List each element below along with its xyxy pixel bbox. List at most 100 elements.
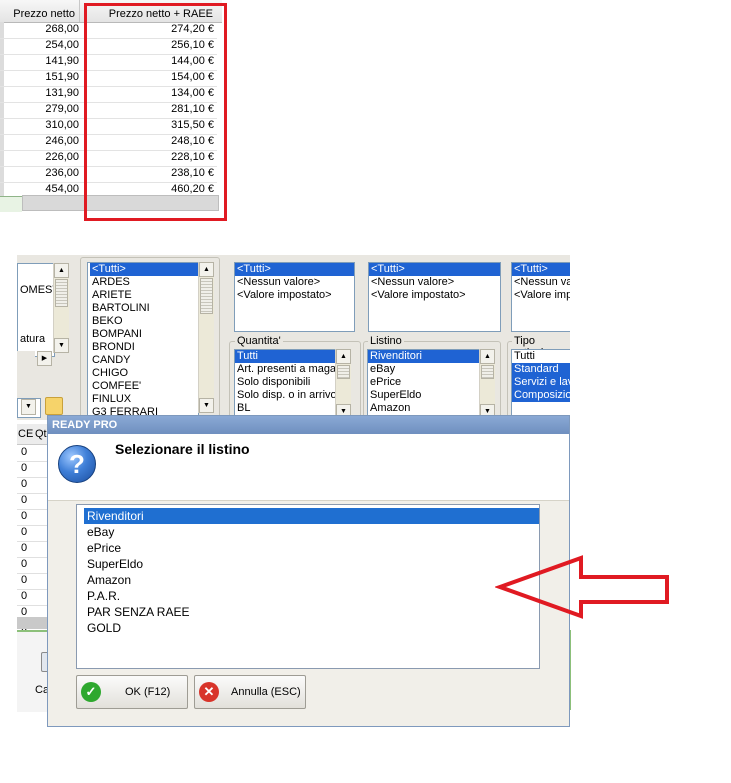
brand-list[interactable]: <Tutti> ARDES ARIETE BARTOLINI BEKO BOMPANI BR… [87,262,199,417]
price-list-options[interactable]: Rivenditori eBay ePrice SuperEldo Amazon P.A.… [76,504,540,669]
red-highlight-box [84,3,227,221]
grid-cell: 0 [21,494,28,506]
red-arrow-annotation [495,555,669,619]
category-scrollbar[interactable]: ▲ ▼ [53,263,69,353]
list-item[interactable]: <Tutti> [512,263,570,276]
dialog-message: Selezionare il listino [115,441,250,457]
scroll-up-arrow-icon[interactable]: ▲ [54,263,69,278]
grid-cell: 0 [21,526,28,538]
horizontal-scroll-controls[interactable]: ▶ [37,351,67,366]
list-item[interactable]: <Valore impo [512,289,570,302]
list-item[interactable]: <Nessun valore> [512,276,570,289]
list-item[interactable]: Servizi e lav [512,376,570,389]
list-item[interactable]: OMESTI [18,284,54,297]
quantita-list[interactable]: Tutti Art. presenti a maga Solo disponib… [234,349,336,420]
arrow-shape [495,555,669,619]
net-price-cell: 131,90 [45,87,79,99]
brand-list-item[interactable]: FINLUX [90,393,198,406]
price-list-option[interactable]: GOLD [84,620,539,636]
scroll-thumb[interactable] [481,365,494,379]
cancel-x-icon: ✕ [199,682,219,702]
grid-cell: 0 [21,478,28,490]
price-list-option[interactable]: PAR SENZA RAEE [84,604,539,620]
column-header[interactable]: Qt [35,428,47,440]
column-header-net-price[interactable]: Prezzo netto [0,0,80,22]
list-item[interactable]: Art. presenti a maga [235,363,336,376]
scroll-thumb[interactable] [337,365,350,379]
grid-cell: 0 [21,590,28,602]
grid-scroll-stub [17,617,47,629]
list-item[interactable]: SuperEldo [368,389,480,402]
scroll-up-arrow-icon[interactable]: ▲ [336,349,351,364]
net-price-cell: 226,00 [45,151,79,163]
brand-list-item[interactable]: CHIGO [90,367,198,380]
value-filter-list-2[interactable]: <Tutti> <Nessun valore> <Valore impostat… [368,262,501,332]
select-price-list-dialog: READY PRO ? Selezionare il listino Riven… [47,415,570,727]
price-list-option[interactable]: Rivenditori [84,508,539,524]
list-item[interactable]: Tutti [235,350,336,363]
grid-cell: 0 [21,510,28,522]
category-list[interactable]: OMESTI atura [17,263,55,357]
scroll-right-arrow-icon[interactable]: ▶ [37,351,52,366]
scroll-thumb[interactable] [55,279,68,307]
net-price-cell: 454,00 [45,183,79,195]
quantita-scrollbar[interactable]: ▲ ▼ [335,349,351,419]
list-item[interactable]: <Tutti> [235,263,354,276]
list-item[interactable]: Amazon [368,402,480,415]
brand-list-item[interactable]: ARIETE [90,289,198,302]
net-price-cell: 310,00 [45,119,79,131]
column-header[interactable]: CE [18,428,33,440]
net-price-cell: 236,00 [45,167,79,179]
price-list-option[interactable]: eBay [84,524,539,540]
brand-list-item[interactable]: BRONDI [90,341,198,354]
grid-cell: 0 [21,462,28,474]
brand-list-item[interactable]: BARTOLINI [90,302,198,315]
list-item[interactable]: <Valore impostato> [235,289,354,302]
ok-button-label: OK (F12) [125,686,171,698]
listino-scrollbar[interactable]: ▲ ▼ [479,349,495,419]
value-filter-list-3[interactable]: <Tutti> <Nessun valore> <Valore impo [511,262,570,332]
price-list-option[interactable]: ePrice [84,540,539,556]
list-item[interactable]: atura [18,333,54,346]
grid-cell: 0 [21,558,28,570]
scroll-thumb[interactable] [200,278,213,314]
scroll-up-arrow-icon[interactable]: ▲ [480,349,495,364]
list-item[interactable]: <Tutti> [369,263,500,276]
list-item[interactable]: Tutti [512,350,570,363]
folder-icon[interactable] [45,397,63,415]
question-icon: ? [58,445,96,483]
cancel-button[interactable]: ✕ Annulla (ESC) [194,675,306,709]
brand-list-item[interactable]: COMFEE' [90,380,198,393]
quantita-group-title: Quantita' [235,335,283,347]
list-item[interactable]: <Nessun valore> [235,276,354,289]
value-filter-list-1[interactable]: <Tutti> <Nessun valore> <Valore impostat… [234,262,355,332]
brand-list-item[interactable]: CANDY [90,354,198,367]
listino-list[interactable]: Rivenditori eBay ePrice SuperEldo Amazon [367,349,480,420]
grid-cell: 0 [21,446,28,458]
price-list-option[interactable]: P.A.R. [84,588,539,604]
scroll-down-arrow-icon[interactable]: ▼ [199,398,214,413]
tipo-articolo-list[interactable]: Tutti Standard Servizi e lav Composizion [511,349,570,420]
price-list-option[interactable]: SuperEldo [84,556,539,572]
list-item[interactable]: Composizion [512,389,570,402]
net-price-cell: 151,90 [45,71,79,83]
ok-button[interactable]: ✓ OK (F12) [76,675,188,709]
brand-list-item[interactable]: BEKO [90,315,198,328]
list-item[interactable]: ePrice [368,376,480,389]
list-item[interactable]: Solo disponibili [235,376,336,389]
list-item[interactable]: Standard [512,363,570,376]
brand-scrollbar[interactable]: ▲ ▼ [198,262,214,413]
dropdown-arrow-icon[interactable]: ▼ [21,399,36,415]
list-item[interactable]: <Valore impostato> [369,289,500,302]
brand-list-item[interactable]: BOMPANI [90,328,198,341]
list-item[interactable]: Rivenditori [368,350,480,363]
brand-list-item[interactable]: ARDES [90,276,198,289]
list-item[interactable]: <Nessun valore> [369,276,500,289]
list-item[interactable]: BL [235,402,336,415]
scroll-up-arrow-icon[interactable]: ▲ [199,262,214,277]
price-list-option[interactable]: Amazon [84,572,539,588]
net-price-cell: 246,00 [45,135,79,147]
list-item[interactable]: eBay [368,363,480,376]
list-item[interactable]: Solo disp. o in arrivo [235,389,336,402]
brand-list-item[interactable]: <Tutti> [90,263,198,276]
